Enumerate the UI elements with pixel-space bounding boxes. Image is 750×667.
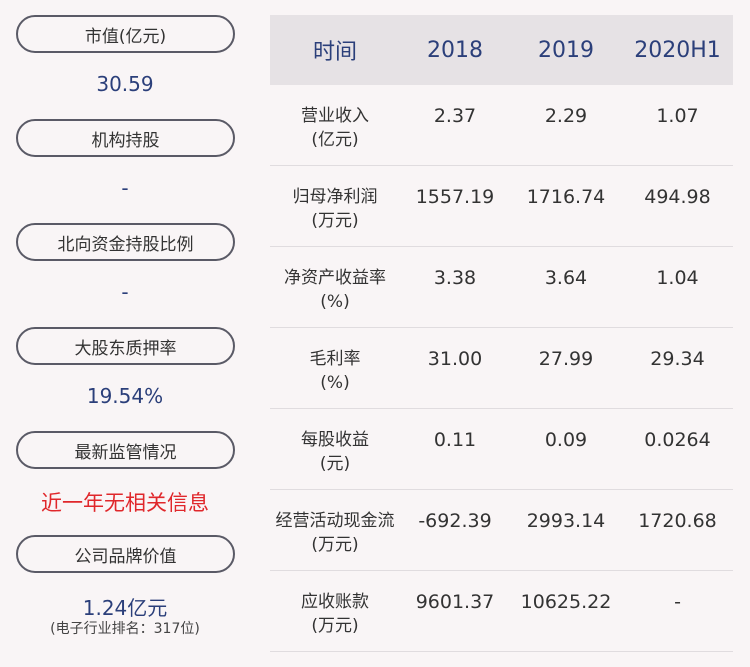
table-row: 经营活动现金流 (万元) -692.39 2993.14 1720.68 bbox=[270, 490, 733, 571]
metric-value-regulatory-status: 近一年无相关信息 bbox=[41, 491, 209, 515]
header-2020h1: 2020H1 bbox=[634, 37, 721, 63]
row-label: 净资产收益率 (%) bbox=[284, 268, 386, 312]
metric-value-northbound-ratio: - bbox=[121, 280, 129, 304]
cell-value: 31.00 bbox=[427, 348, 483, 370]
cell-value: 0.11 bbox=[433, 429, 477, 451]
cell-value: 1716.74 bbox=[526, 186, 606, 208]
metric-value-institutional-holding: - bbox=[121, 176, 129, 200]
cell-value: 29.34 bbox=[650, 348, 705, 370]
cell-value: 494.98 bbox=[644, 186, 711, 208]
row-label: 毛利率 (%) bbox=[309, 349, 361, 393]
metric-label-pledge-rate: 大股东质押率 bbox=[16, 327, 235, 365]
metric-note-brand-rank: (电子行业排名：317位) bbox=[50, 621, 200, 637]
cell-value: 9601.37 bbox=[415, 591, 495, 613]
row-label: 应收账款 (万元) bbox=[301, 592, 369, 636]
metric-value-pledge-rate: 19.54% bbox=[86, 384, 164, 408]
cell-value: -692.39 bbox=[418, 510, 492, 532]
table-header: 时间 2018 2019 2020H1 bbox=[270, 15, 733, 85]
cell-value: 1720.68 bbox=[638, 510, 717, 532]
cell-value: 1557.19 bbox=[415, 186, 495, 208]
key-metrics-panel: 市值(亿元) 30.59 机构持股 - 北向资金持股比例 - 大股东质押率 19… bbox=[0, 0, 250, 667]
financial-table: 时间 2018 2019 2020H1 营业收入 (亿元) 2.37 2.29 1… bbox=[270, 15, 733, 652]
cell-value: 2993.14 bbox=[526, 510, 606, 532]
cell-value: 0.0264 bbox=[644, 429, 711, 451]
table-row: 净资产收益率 (%) 3.38 3.64 1.04 bbox=[270, 247, 733, 328]
header-time: 时间 bbox=[312, 40, 357, 65]
metric-label-brand-value: 公司品牌价值 bbox=[16, 535, 235, 573]
cell-value: 0.09 bbox=[544, 429, 588, 451]
cell-value: 1.04 bbox=[656, 267, 699, 289]
metric-value-brand-value: 1.24亿元 bbox=[82, 596, 168, 620]
header-2019: 2019 bbox=[538, 37, 594, 63]
row-label: 营业收入 (亿元) bbox=[301, 106, 369, 150]
cell-value: - bbox=[674, 591, 681, 613]
cell-value: 2.37 bbox=[433, 105, 477, 127]
table-row: 归母净利润 (万元) 1557.19 1716.74 494.98 bbox=[270, 166, 733, 247]
metric-value-market-cap: 30.59 bbox=[96, 72, 154, 96]
cell-value: 27.99 bbox=[538, 348, 594, 370]
metric-label-institutional-holding: 机构持股 bbox=[16, 119, 235, 157]
row-label: 经营活动现金流 (万元) bbox=[275, 511, 395, 555]
cell-value: 3.64 bbox=[544, 267, 588, 289]
metric-label-northbound-ratio: 北向资金持股比例 bbox=[16, 223, 235, 261]
table-row: 营业收入 (亿元) 2.37 2.29 1.07 bbox=[270, 85, 733, 166]
header-2018: 2018 bbox=[427, 37, 483, 63]
table-row: 应收账款 (万元) 9601.37 10625.22 - bbox=[270, 571, 733, 652]
cell-value: 1.07 bbox=[656, 105, 699, 127]
metric-label-regulatory-status: 最新监管情况 bbox=[16, 431, 235, 469]
table-row: 毛利率 (%) 31.00 27.99 29.34 bbox=[270, 328, 733, 409]
cell-value: 2.29 bbox=[544, 105, 588, 127]
table-row: 每股收益 (元) 0.11 0.09 0.0264 bbox=[270, 409, 733, 490]
row-label: 每股收益 (元) bbox=[301, 430, 369, 474]
row-label: 归母净利润 (万元) bbox=[292, 187, 378, 231]
metric-label-market-cap: 市值(亿元) bbox=[16, 15, 235, 53]
cell-value: 10625.22 bbox=[520, 591, 612, 613]
cell-value: 3.38 bbox=[433, 267, 477, 289]
